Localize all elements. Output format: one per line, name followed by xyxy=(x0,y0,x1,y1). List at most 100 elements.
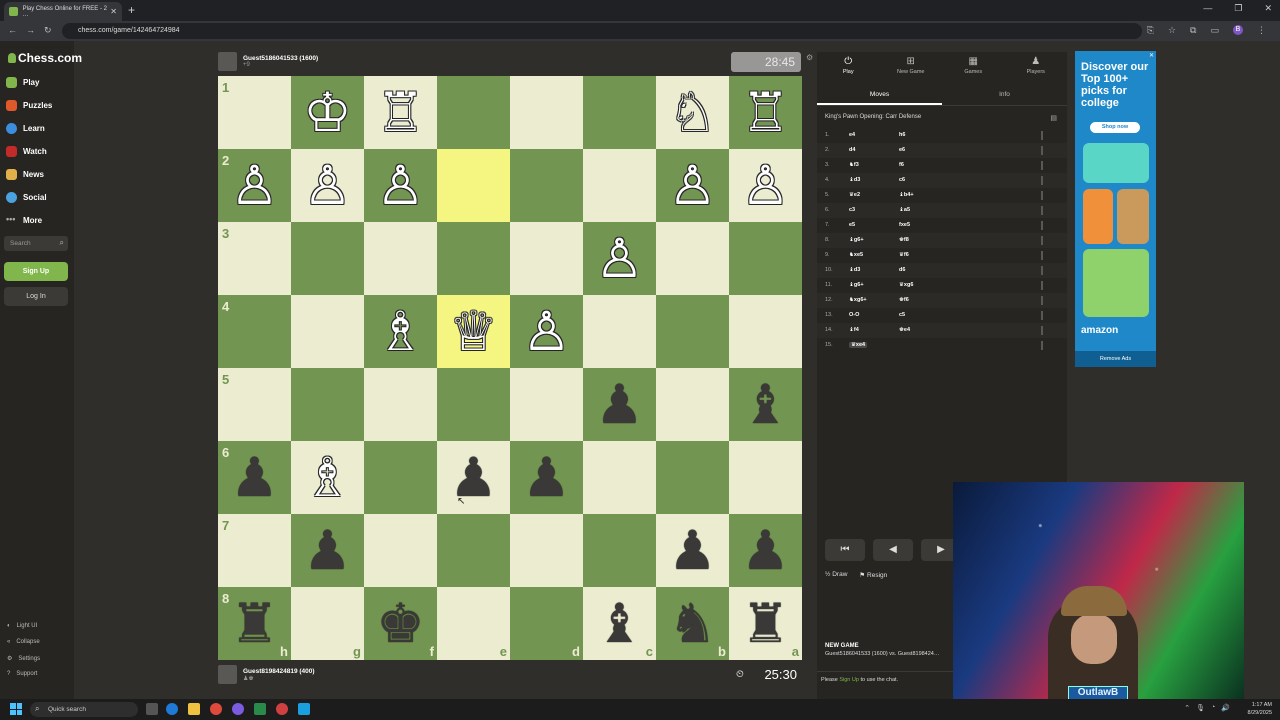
board-square[interactable] xyxy=(656,368,729,441)
avatar[interactable] xyxy=(218,52,237,71)
white-move[interactable]: ♝g6+ xyxy=(849,237,864,243)
advertisement[interactable]: ✕ Discover our Top 100+ picks for colleg… xyxy=(1075,51,1156,367)
board-square[interactable] xyxy=(364,441,437,514)
menu-kebab-icon[interactable]: ⋮ xyxy=(1257,25,1266,36)
tab-info[interactable]: Info xyxy=(942,86,1067,105)
board-square[interactable] xyxy=(729,441,802,514)
edge-icon[interactable] xyxy=(166,703,178,715)
board-square[interactable] xyxy=(583,441,656,514)
clock[interactable]: 1:17 AM 8/29/2025 xyxy=(1248,701,1272,717)
back-icon[interactable]: ← xyxy=(8,25,17,35)
black-move[interactable]: c6 xyxy=(899,177,905,183)
board-square[interactable]: ♙ xyxy=(291,149,364,222)
black-move[interactable]: ♛f6 xyxy=(899,252,909,258)
sidebar-item-play[interactable]: Play xyxy=(6,77,39,88)
install-icon[interactable]: ⎘ xyxy=(1147,25,1154,36)
white-piece-icon[interactable]: ♕ xyxy=(449,304,497,359)
board-square[interactable]: ♟ xyxy=(510,441,583,514)
avatar[interactable] xyxy=(218,665,237,684)
board-square[interactable]: 5 xyxy=(218,368,291,441)
board-square[interactable]: c ♝ xyxy=(583,587,656,660)
board-square[interactable] xyxy=(510,149,583,222)
black-move[interactable]: f6 xyxy=(899,162,904,168)
white-piece-icon[interactable]: ♖ xyxy=(376,85,424,140)
terminal-icon[interactable] xyxy=(254,703,266,715)
black-move[interactable]: h6 xyxy=(899,132,905,138)
board-square[interactable]: ♟ xyxy=(437,441,510,514)
sidebar-item-more[interactable]: ••• More xyxy=(6,215,42,226)
white-piece-icon[interactable]: ♙ xyxy=(376,158,424,213)
white-piece-icon[interactable]: ♔ xyxy=(303,85,351,140)
bottom-player-name[interactable]: Guest8198424819 (400) xyxy=(243,668,315,675)
board-square[interactable]: ♟ xyxy=(291,514,364,587)
board-square[interactable]: g xyxy=(291,587,364,660)
settings-link[interactable]: ⚙ Settings xyxy=(7,655,40,663)
white-piece-icon[interactable]: ♙ xyxy=(595,231,643,286)
board-square[interactable]: ♟ xyxy=(729,514,802,587)
board-square[interactable]: f ♚ xyxy=(364,587,437,660)
support-link[interactable]: ? Support xyxy=(7,671,37,677)
white-piece-icon[interactable]: ♙ xyxy=(522,304,570,359)
black-move[interactable]: ♚e4 xyxy=(899,327,910,333)
white-piece-icon[interactable]: ♙ xyxy=(230,158,278,213)
taskbar-search[interactable]: ⌕ Quick search xyxy=(30,702,138,717)
windows-start-icon[interactable] xyxy=(10,703,22,715)
task-view-icon[interactable] xyxy=(146,703,158,715)
board-square[interactable]: 3 xyxy=(218,222,291,295)
board-square[interactable] xyxy=(437,368,510,441)
board-square[interactable] xyxy=(364,222,437,295)
maximize-icon[interactable]: ❐ xyxy=(1234,3,1242,14)
sidepanel-icon[interactable]: ▭ xyxy=(1210,25,1219,36)
board-square[interactable]: b ♞ xyxy=(656,587,729,660)
board-square[interactable]: 6 ♟ xyxy=(218,441,291,514)
board-square[interactable] xyxy=(656,295,729,368)
white-move[interactable]: ♞f3 xyxy=(849,162,859,168)
opening-name[interactable]: King's Pawn Opening: Carr Defense xyxy=(825,114,921,120)
board-square[interactable]: ♝ xyxy=(729,368,802,441)
board-square[interactable]: ♟ xyxy=(583,368,656,441)
close-tab-icon[interactable]: ✕ xyxy=(110,7,117,16)
board-square[interactable] xyxy=(437,76,510,149)
black-move[interactable]: e6 xyxy=(899,147,905,153)
new-tab-icon[interactable]: + xyxy=(128,3,135,17)
board-square[interactable] xyxy=(437,149,510,222)
sidebar-item-learn[interactable]: Learn xyxy=(6,123,45,134)
board-square[interactable] xyxy=(656,222,729,295)
board-square[interactable]: ♕ xyxy=(437,295,510,368)
board-square[interactable] xyxy=(583,295,656,368)
board-square[interactable]: d xyxy=(510,587,583,660)
board-square[interactable] xyxy=(364,514,437,587)
board-square[interactable]: 2 ♙ xyxy=(218,149,291,222)
white-move[interactable]: O-O xyxy=(849,312,859,318)
login-button[interactable]: Log In xyxy=(4,287,68,306)
black-move[interactable]: fxe5 xyxy=(899,222,910,228)
board-square[interactable] xyxy=(583,76,656,149)
board-square[interactable] xyxy=(437,222,510,295)
black-move[interactable]: ♝b4+ xyxy=(899,192,914,198)
board-square[interactable]: ♙ xyxy=(510,295,583,368)
collapse-button[interactable]: « Collapse xyxy=(7,639,40,645)
remove-ads-button[interactable]: Remove Ads xyxy=(1075,351,1156,367)
board-square[interactable] xyxy=(437,514,510,587)
white-move[interactable]: ♛e2 xyxy=(849,192,860,198)
board-square[interactable]: 7 xyxy=(218,514,291,587)
board-square[interactable]: ♗ xyxy=(291,441,364,514)
white-move[interactable]: e5 xyxy=(849,222,855,228)
black-piece-icon[interactable]: ♟ xyxy=(303,523,351,578)
ad-shop-button[interactable]: Shop now xyxy=(1090,122,1140,133)
prev-move-button[interactable]: ◀ xyxy=(873,539,913,561)
black-piece-icon[interactable]: ♞ xyxy=(668,596,716,651)
white-piece-icon[interactable]: ♗ xyxy=(303,450,351,505)
white-move[interactable]: ♝d3 xyxy=(849,177,860,183)
board-square[interactable]: ♙ xyxy=(364,149,437,222)
tab-games[interactable]: ▦ Games xyxy=(942,52,1005,82)
first-move-button[interactable]: ⏮ xyxy=(825,539,865,561)
white-move[interactable]: c3 xyxy=(849,207,855,213)
black-piece-icon[interactable]: ♝ xyxy=(595,596,643,651)
board-square[interactable] xyxy=(364,368,437,441)
draw-button[interactable]: ½ Draw xyxy=(825,571,847,579)
black-piece-icon[interactable]: ♟ xyxy=(741,523,789,578)
white-move[interactable]: ♝g6+ xyxy=(849,282,864,288)
white-move[interactable]: ♞xe5 xyxy=(849,252,863,258)
board-square[interactable]: ♖ xyxy=(729,76,802,149)
